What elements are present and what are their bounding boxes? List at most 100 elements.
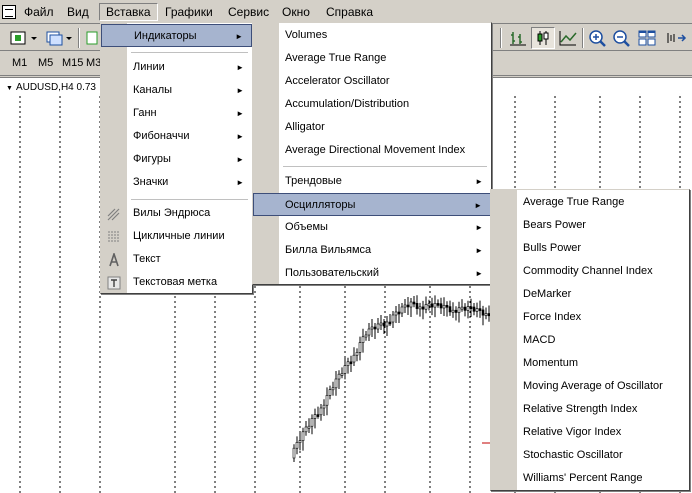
menu-item-average-true-range[interactable]: Average True Range — [253, 47, 491, 70]
candle-body — [379, 322, 383, 326]
candle-body — [472, 306, 476, 312]
menu-item-bulls-power[interactable]: Bulls Power — [491, 237, 689, 260]
menu-item-text[interactable]: Текст — [101, 248, 252, 271]
bar-chart-icon — [510, 32, 526, 46]
candle-body — [430, 303, 434, 308]
menu-window[interactable]: Окно — [276, 3, 316, 21]
period-m30-button[interactable]: M3 — [86, 57, 101, 69]
menu-item-momentum[interactable]: Momentum — [491, 352, 689, 375]
menu-view[interactable]: Вид — [61, 3, 95, 21]
menu-item-stochastic-oscillator[interactable]: Stochastic Oscillator — [491, 444, 689, 467]
menu-help[interactable]: Справка — [320, 3, 379, 21]
menu-bar: Файл Вид Вставка Графики Сервис Окно Спр… — [0, 0, 692, 24]
candle-body — [394, 311, 398, 316]
chart-symbol-title: AUDUSD,H4 0.73 — [6, 82, 96, 93]
candle-body — [370, 326, 374, 330]
period-m1-button[interactable]: M1 — [12, 57, 27, 69]
menu-item-admi[interactable]: Average Directional Movement Index — [253, 139, 491, 162]
menu-item-cycle-lines[interactable]: Цикличные линии — [101, 225, 252, 248]
bar-chart-button[interactable] — [507, 27, 529, 49]
candle-body — [364, 334, 368, 338]
document-icon[interactable] — [2, 5, 16, 19]
menu-charts[interactable]: Графики — [159, 3, 219, 21]
candle-body — [445, 305, 449, 308]
menu-tools[interactable]: Сервис — [222, 3, 275, 21]
candle-body — [424, 304, 428, 310]
menu-item-alligator[interactable]: Alligator — [253, 116, 491, 139]
menu-item-relative-strength-index[interactable]: Relative Strength Index — [491, 398, 689, 421]
candle-body — [331, 387, 335, 391]
candle-body — [316, 414, 320, 417]
candle-body — [343, 365, 347, 374]
menu-item-accelerator-oscillator[interactable]: Accelerator Oscillator — [253, 70, 491, 93]
menu-item-accumulation-distribution[interactable]: Accumulation/Distribution — [253, 93, 491, 116]
candle-body — [475, 308, 479, 312]
candlestick-button[interactable] — [531, 27, 555, 49]
zoom-out-button[interactable] — [611, 27, 633, 49]
zoom-out-icon — [613, 30, 630, 47]
menu-item-fibonacci[interactable]: Фибоначчи ► — [101, 125, 252, 148]
menu-item-relative-vigor-index[interactable]: Relative Vigor Index — [491, 421, 689, 444]
menu-item-gann[interactable]: Ганн ► — [101, 102, 252, 125]
menu-insert[interactable]: Вставка — [99, 3, 158, 21]
candle-body — [355, 352, 359, 356]
menu-item-andrews-pitchfork[interactable]: Вилы Эндрюса — [101, 202, 252, 225]
candle-body — [382, 322, 386, 327]
menu-item-moving-average-of-oscillator[interactable]: Moving Average of Oscillator — [491, 375, 689, 398]
candle-body — [325, 395, 329, 406]
menu-item-macd[interactable]: MACD — [491, 329, 689, 352]
period-m5-button[interactable]: M5 — [38, 57, 53, 69]
menu-item-indicators[interactable]: Индикаторы ► — [101, 24, 252, 47]
candle-body — [412, 301, 416, 305]
candle-body — [307, 425, 311, 429]
menu-item-oscillators[interactable]: Осцилляторы ► — [253, 193, 491, 216]
candle-body — [415, 303, 419, 309]
candle-body — [373, 326, 377, 330]
tile-windows-icon — [638, 30, 656, 46]
profiles-button[interactable] — [44, 27, 74, 49]
menu-item-osc-average-true-range[interactable]: Average True Range — [491, 191, 689, 214]
candle-body — [376, 323, 380, 330]
menu-item-shapes[interactable]: Фигуры ► — [101, 148, 252, 171]
menu-item-force-index[interactable]: Force Index — [491, 306, 689, 329]
candle-body — [451, 309, 455, 313]
candle-body — [310, 418, 314, 427]
candle-body — [457, 307, 461, 313]
market-watch-button[interactable] — [84, 27, 100, 49]
candle-body — [469, 306, 473, 309]
menu-item-volumes-group[interactable]: Объемы ► — [253, 216, 491, 239]
market-watch-icon — [86, 31, 98, 45]
menu-item-commodity-channel-index[interactable]: Commodity Channel Index — [491, 260, 689, 283]
menu-item-trend[interactable]: Трендовые ► — [253, 170, 491, 193]
new-chart-button[interactable] — [8, 27, 40, 49]
menu-item-williams-percent-range[interactable]: Williams' Percent Range — [491, 467, 689, 490]
candle-body — [439, 303, 443, 309]
text-icon — [109, 253, 119, 267]
candle-body — [322, 404, 326, 409]
menu-file[interactable]: Файл — [18, 3, 60, 21]
zoom-in-button[interactable] — [587, 27, 609, 49]
line-chart-button[interactable] — [557, 27, 579, 49]
candle-body — [391, 314, 395, 323]
candle-body — [349, 361, 353, 365]
menu-item-text-label[interactable]: Текстовая метка — [101, 271, 252, 294]
menu-item-bears-power[interactable]: Bears Power — [491, 214, 689, 237]
candle-body — [448, 306, 452, 313]
tile-windows-button[interactable] — [636, 27, 658, 49]
candle-body — [388, 321, 392, 325]
menu-item-volumes[interactable]: Volumes — [253, 24, 491, 47]
new-chart-icon — [10, 31, 37, 45]
insert-menu: Индикаторы ► Линии ► Каналы ► Ганн ► Фибонач… — [100, 22, 253, 294]
candle-body — [466, 306, 470, 311]
menu-item-custom[interactable]: Пользовательский ► — [253, 262, 491, 285]
menu-item-demarker[interactable]: DeMarker — [491, 283, 689, 306]
menu-item-arrows[interactable]: Значки ► — [101, 171, 252, 194]
menu-item-bill-williams[interactable]: Билла Вильямса ► — [253, 239, 491, 262]
candle-body — [340, 373, 344, 376]
candle-body — [484, 313, 488, 316]
chart-shift-button[interactable] — [664, 27, 688, 49]
candle-body — [361, 336, 365, 343]
period-m15-button[interactable]: M15 — [62, 57, 83, 69]
menu-item-channels[interactable]: Каналы ► — [101, 79, 252, 102]
menu-item-lines[interactable]: Линии ► — [101, 56, 252, 79]
